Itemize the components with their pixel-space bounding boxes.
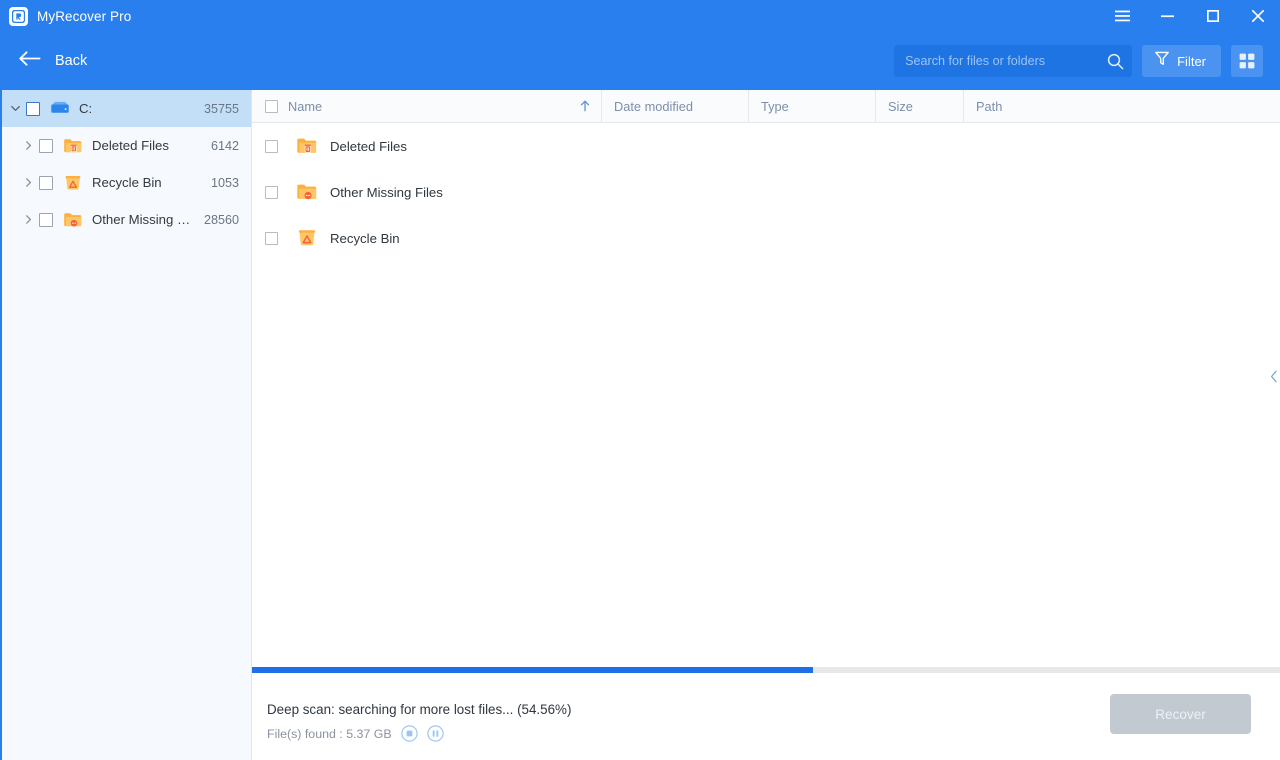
row-checkbox[interactable] [265,139,278,153]
row-checkbox[interactable] [265,185,278,199]
footer-sidebar-spacer [2,667,252,760]
sidebar-item-label: Recycle Bin [92,175,162,190]
column-header-date-modified[interactable]: Date modified [601,90,748,122]
recover-button[interactable]: Recover [1110,694,1251,734]
status-footer: Deep scan: searching for more lost files… [0,667,1280,760]
row-name: Recycle Bin [330,230,400,246]
sidebar-item-other-missing-files[interactable]: Other Missing Files 28560 [2,201,251,238]
row-name: Deleted Files [330,138,407,154]
filter-button[interactable]: Filter [1142,45,1221,77]
main-body: C: 35755 Deleted Files 6142 Recycle Bin … [0,90,1280,667]
sidebar-item-label: C: [79,101,93,116]
sidebar-checkbox[interactable] [39,175,53,190]
application-window: MyRecover Pro Back Search for files or f… [0,0,1280,760]
sidebar-checkbox[interactable] [26,101,40,116]
column-header-path-label: Path [976,98,1003,114]
filter-button-label: Filter [1177,53,1206,69]
file-list-panel: Name Date modified Type Size Path Delete… [252,90,1280,667]
back-button-label: Back [55,53,88,69]
sidebar-item-recycle-bin[interactable]: Recycle Bin 1053 [2,164,251,201]
sidebar-checkbox[interactable] [39,212,53,227]
collapse-panel-button[interactable] [1268,90,1280,667]
folder-recyclebin-icon [295,229,319,247]
folder-deleted-icon [295,137,319,155]
files-found-text: File(s) found : 5.37 GB [267,726,392,741]
table-header: Name Date modified Type Size Path [252,90,1280,123]
toolbar-actions: Filter [894,32,1263,90]
funnel-icon [1155,51,1169,71]
file-list-rows: Deleted Files Other Missing Files Recycl… [252,123,1280,667]
title-bar: MyRecover Pro [0,0,1280,32]
close-icon[interactable] [1235,0,1280,32]
scan-progress-bar [252,667,1280,673]
search-input[interactable] [905,54,1108,68]
chevron-right-icon[interactable] [17,214,39,225]
stop-icon[interactable] [400,725,418,742]
table-row[interactable]: Deleted Files [252,123,1280,169]
sidebar-item-count: 28560 [203,212,239,227]
sidebar-item-c-drive[interactable]: C: 35755 [2,90,251,127]
column-header-path[interactable]: Path [963,90,1280,122]
scan-status-area: Deep scan: searching for more lost files… [252,667,1280,760]
column-header-type-label: Type [761,98,789,114]
scan-progress-fill [252,667,813,673]
select-all-checkbox[interactable] [265,99,278,113]
window-controls [1100,0,1280,32]
column-header-name[interactable]: Name [252,90,601,122]
column-header-name-label: Name [288,98,323,114]
folder-deleted-icon [62,138,84,154]
sidebar-item-count: 6142 [210,138,239,153]
minimize-icon[interactable] [1145,0,1190,32]
row-checkbox[interactable] [265,231,278,245]
menu-icon[interactable] [1100,0,1145,32]
maximize-icon[interactable] [1190,0,1235,32]
folder-missing-icon [62,212,84,228]
hard-drive-icon [49,101,71,117]
sidebar-item-label: Deleted Files [92,138,169,153]
chevron-left-icon [1270,370,1278,388]
chevron-right-icon[interactable] [17,177,39,188]
search-icon[interactable] [1107,53,1124,70]
grid-view-icon[interactable] [1231,45,1263,77]
arrow-left-icon [19,51,41,71]
sidebar-item-label: Other Missing Files [92,212,194,227]
row-name: Other Missing Files [330,184,443,200]
app-title: MyRecover Pro [37,8,132,24]
sidebar-tree: C: 35755 Deleted Files 6142 Recycle Bin … [2,90,252,667]
table-row[interactable]: Recycle Bin [252,215,1280,261]
back-button[interactable]: Back [13,45,93,77]
column-header-date-modified-label: Date modified [614,98,693,114]
pause-icon[interactable] [426,725,444,742]
folder-recyclebin-icon [62,175,84,191]
sidebar-item-count: 1053 [210,175,239,190]
sidebar-checkbox[interactable] [39,138,53,153]
chevron-right-icon[interactable] [17,140,39,151]
column-header-type[interactable]: Type [748,90,875,122]
sidebar-item-deleted-files[interactable]: Deleted Files 6142 [2,127,251,164]
arrow-up-icon[interactable] [580,100,590,112]
folder-missing-icon [295,183,319,201]
table-row[interactable]: Other Missing Files [252,169,1280,215]
column-header-size-label: Size [888,98,913,114]
column-header-size[interactable]: Size [875,90,963,122]
toolbar: Back Filter [0,32,1280,90]
sidebar-item-count: 35755 [203,101,239,116]
app-logo-icon [9,6,28,26]
search-box[interactable] [894,45,1133,77]
chevron-down-icon[interactable] [4,103,26,114]
